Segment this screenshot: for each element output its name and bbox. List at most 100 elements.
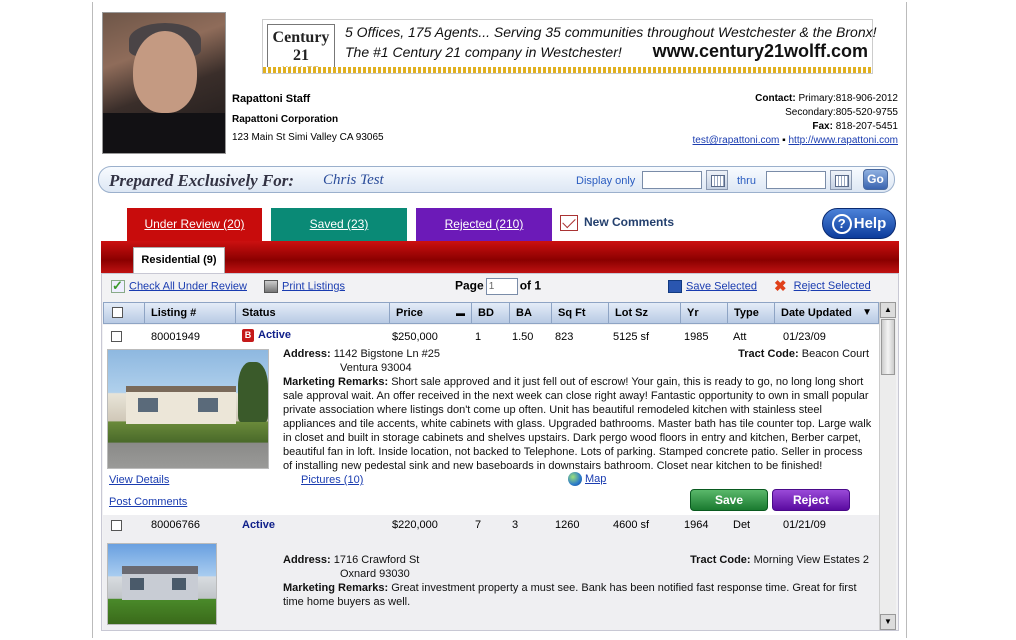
- tract-code: Beacon Court: [801, 348, 869, 360]
- date-updated: 01/23/09: [783, 331, 826, 343]
- date-from-input[interactable]: [642, 171, 702, 189]
- address-label: Address:: [283, 348, 331, 360]
- banner-tagline-1: 5 Offices, 175 Agents... Serving 35 comm…: [345, 24, 877, 40]
- scroll-down-arrow-icon[interactable]: ▼: [880, 614, 896, 630]
- help-button[interactable]: ? Help: [822, 208, 896, 239]
- printer-icon: [264, 280, 278, 293]
- banner-url: www.century21wolff.com: [652, 41, 868, 61]
- check-all-link[interactable]: Check All Under Review: [111, 280, 247, 293]
- reject-selected-link[interactable]: ✖ Reject Selected: [774, 277, 871, 295]
- calendar-icon[interactable]: [830, 170, 852, 190]
- price: $250,000: [392, 331, 438, 343]
- col-date[interactable]: Date Updated ▼: [775, 303, 878, 323]
- check-icon: [111, 280, 125, 293]
- tract-label: Tract Code:: [738, 348, 799, 360]
- new-comments-link[interactable]: New Comments: [560, 215, 674, 231]
- contact-secondary: Secondary:805-520-9755: [785, 107, 898, 118]
- listing-photo[interactable]: [107, 543, 217, 625]
- col-lot[interactable]: Lot Sz: [609, 303, 681, 323]
- century21-logo: Century 21 WOLFF: [267, 24, 335, 75]
- save-button[interactable]: Save: [690, 489, 768, 511]
- status-badge: B: [242, 329, 254, 342]
- company-banner[interactable]: Century 21 WOLFF 5 Offices, 175 Agents..…: [262, 19, 877, 75]
- address-line1: 1142 Bigstone Ln #25: [333, 348, 440, 360]
- date-updated: 01/21/09: [783, 519, 826, 531]
- contact-website-link[interactable]: http://www.rapattoni.com: [789, 135, 899, 146]
- calendar-icon[interactable]: [706, 170, 728, 190]
- property-type: Att: [733, 331, 747, 343]
- col-type[interactable]: Type: [728, 303, 775, 323]
- agent-company: Rapattoni Corporation: [232, 114, 339, 125]
- contact-label: Contact:: [755, 93, 796, 104]
- price: $220,000: [392, 519, 438, 531]
- bathrooms: 3: [512, 519, 519, 531]
- map-label: Map: [585, 472, 607, 485]
- page-label: Page: [455, 278, 484, 293]
- print-listings-link[interactable]: Print Listings: [264, 280, 345, 293]
- year-built: 1964: [684, 519, 709, 531]
- post-comments-link[interactable]: Post Comments: [109, 496, 187, 508]
- banner-tagline-2: The #1 Century 21 company in Westchester…: [345, 44, 622, 60]
- contact-email-link[interactable]: test@rapattoni.com: [693, 135, 780, 146]
- go-button[interactable]: Go: [863, 169, 888, 190]
- row-checkbox[interactable]: [111, 520, 122, 534]
- tab-under-review[interactable]: Under Review (20): [127, 208, 262, 241]
- sort-desc-icon: ▼: [862, 307, 872, 318]
- scroll-thumb[interactable]: [881, 319, 895, 375]
- bathrooms: 1.50: [512, 331, 534, 343]
- contact-block: Contact: Primary:818-906-2012 Secondary:…: [693, 92, 898, 148]
- sort-indicator-icon: ▬: [456, 308, 465, 318]
- square-feet: 1260: [555, 519, 580, 531]
- date-to-input[interactable]: [766, 171, 826, 189]
- contact-primary: Primary:818-906-2012: [798, 93, 899, 104]
- globe-icon: [568, 472, 582, 486]
- lot-size: 4600 sf: [613, 519, 650, 531]
- agent-photo: [102, 12, 226, 154]
- envelope-icon: [560, 215, 578, 231]
- col-price[interactable]: Price ▬: [390, 303, 472, 323]
- select-all-checkbox[interactable]: [104, 303, 145, 323]
- reject-x-icon: ✖: [774, 278, 787, 295]
- col-status[interactable]: Status: [236, 303, 390, 323]
- scroll-up-arrow-icon[interactable]: ▲: [880, 302, 896, 318]
- col-bd[interactable]: BD: [472, 303, 510, 323]
- page-input[interactable]: [485, 278, 518, 295]
- pictures-link[interactable]: Pictures (10): [301, 474, 363, 486]
- contact-fax: 818-207-5451: [835, 121, 898, 132]
- banner-stripe: [263, 67, 872, 73]
- col-yr[interactable]: Yr: [681, 303, 728, 323]
- address-line2: Oxnard 93030: [340, 568, 410, 580]
- subtab-residential[interactable]: Residential (9): [133, 247, 225, 273]
- remarks-label: Marketing Remarks:: [283, 582, 389, 594]
- view-details-link[interactable]: View Details: [109, 474, 169, 486]
- status-text: Active: [242, 519, 276, 531]
- tab-saved[interactable]: Saved (23): [271, 208, 407, 241]
- thru-label: thru: [737, 175, 756, 187]
- status-cell: B Active: [242, 329, 291, 342]
- tract-code: Morning View Estates 2: [753, 554, 869, 566]
- client-name: Chris Test: [323, 172, 384, 188]
- agent-name: Rapattoni Staff: [232, 93, 311, 105]
- square-feet: 823: [555, 331, 574, 343]
- prepared-label: Prepared Exclusively For:: [109, 171, 295, 190]
- save-selected-link[interactable]: Save Selected: [668, 280, 757, 293]
- col-ba[interactable]: BA: [510, 303, 552, 323]
- col-listing[interactable]: Listing #: [145, 303, 236, 323]
- table-row: 80001949 B Active $250,000 1 1.50 823 512…: [103, 325, 879, 515]
- question-icon: ?: [831, 214, 852, 235]
- agent-address: 123 Main St Simi Valley CA 93065: [232, 132, 384, 143]
- listing-photo[interactable]: [107, 349, 269, 469]
- remarks-label: Marketing Remarks:: [283, 376, 389, 388]
- table-row: 80006766 Active $220,000 7 3 1260 4600 s…: [103, 515, 879, 630]
- reject-selected-label: Reject Selected: [793, 279, 871, 292]
- bedrooms: 7: [475, 519, 482, 531]
- listing-scrollbar[interactable]: ▲ ▼: [879, 302, 896, 630]
- col-sqft[interactable]: Sq Ft: [552, 303, 609, 323]
- address-line1: 1716 Crawford St: [333, 554, 420, 566]
- listing-detail: Address: 1716 Crawford St Oxnard 93030 T…: [283, 553, 873, 609]
- reject-button[interactable]: Reject: [772, 489, 850, 511]
- tract-label: Tract Code:: [690, 554, 751, 566]
- map-link[interactable]: Map: [568, 472, 606, 486]
- tab-rejected[interactable]: Rejected (210): [416, 208, 552, 241]
- row-checkbox[interactable]: [111, 331, 122, 345]
